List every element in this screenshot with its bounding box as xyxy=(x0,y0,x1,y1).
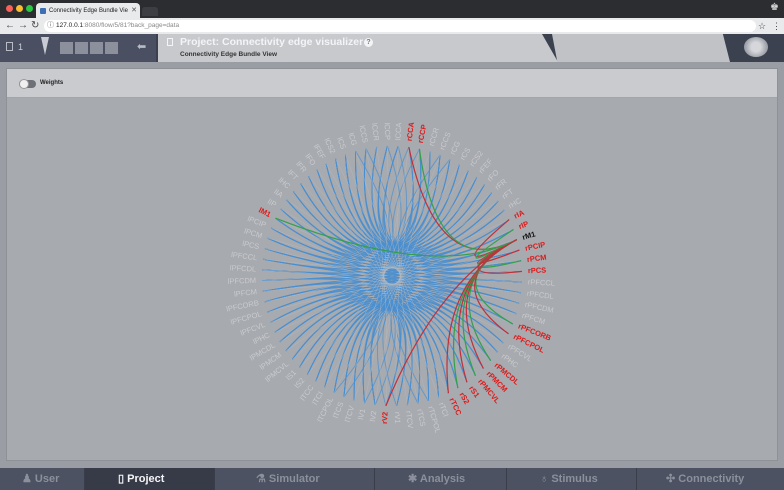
browser-tab-title: Connectivity Edge Bundle Vie xyxy=(49,7,128,14)
node-label[interactable]: rCCA xyxy=(405,121,416,142)
node-label[interactable]: lPCM xyxy=(243,226,263,240)
close-window-button[interactable] xyxy=(6,5,13,12)
node-label[interactable]: rV2 xyxy=(380,412,390,425)
main-panel: Weights rCCA rCCP rCCR rCCS rCG rCS rCS2 rFEF rF… xyxy=(6,68,778,461)
nav-stimulus-label: Stimulus xyxy=(551,473,598,485)
node-label[interactable]: lCS xyxy=(335,136,348,151)
forward-arrow-icon[interactable]: → xyxy=(18,20,28,32)
bulb-icon: ♁ xyxy=(540,473,552,485)
edges xyxy=(262,145,522,407)
document-icon: ▯ xyxy=(118,473,128,485)
edge xyxy=(353,307,413,406)
node-label[interactable]: lCCS xyxy=(357,125,369,144)
new-tab-button[interactable] xyxy=(142,7,158,16)
nav-project[interactable]: ▯ Project xyxy=(118,468,164,490)
nav-user-label: User xyxy=(34,473,60,485)
nav-separator xyxy=(84,468,85,490)
node-label[interactable]: lPFCCL xyxy=(231,250,258,262)
nav-user[interactable]: ♟ User xyxy=(22,468,59,490)
node-label[interactable]: rM1 xyxy=(521,229,536,241)
maximize-window-button[interactable] xyxy=(26,5,33,12)
grid-menu-icon[interactable] xyxy=(60,42,118,54)
app-header: 1 ⬅ Project: Connectivity edge visualize… xyxy=(0,34,784,62)
help-icon[interactable]: ? xyxy=(364,38,373,47)
node-label[interactable]: rIA xyxy=(512,208,526,221)
browser-tab[interactable]: Connectivity Edge Bundle Vie ✕ xyxy=(36,3,140,18)
node-label[interactable]: lIA xyxy=(272,187,284,199)
node-label[interactable]: lIP xyxy=(266,197,278,209)
nav-simulator[interactable]: ⚗ Simulator xyxy=(256,468,320,490)
node-label[interactable]: lV1 xyxy=(356,408,367,420)
user-icon: ♟ xyxy=(22,473,35,485)
chart-icon: ✱ xyxy=(408,473,420,485)
favicon-icon xyxy=(40,7,46,14)
back-icon[interactable]: ⬅ xyxy=(137,40,146,53)
edge xyxy=(353,307,413,406)
nav-separator xyxy=(636,468,637,490)
brain-icon[interactable] xyxy=(744,37,768,57)
dropdown-triangle-icon[interactable] xyxy=(41,37,49,55)
nav-connectivity[interactable]: ✣ Connectivity xyxy=(666,468,744,490)
node-label[interactable]: rTCV xyxy=(404,410,415,428)
nav-simulator-label: Simulator xyxy=(268,473,320,485)
node-label[interactable]: lTCV xyxy=(343,405,356,424)
secondary-panel xyxy=(552,34,730,62)
node-label[interactable]: rTCI xyxy=(437,401,451,418)
browser-tab-bar: Connectivity Edge Bundle Vie ✕ ♚ xyxy=(0,0,784,18)
bottom-navigation: ♟ User ▯ Project ⚗ Simulator ✱ Analysis … xyxy=(0,468,784,490)
minimize-window-button[interactable] xyxy=(16,5,23,12)
node-label[interactable]: lPCS xyxy=(242,239,261,251)
url-field[interactable]: ⓘ 127.0.0.1:8080/flow/5/81?back_page=dat… xyxy=(44,20,756,32)
page-title: Project: Connectivity edge visualizer xyxy=(180,36,364,48)
url-host: 127.0.0.1 xyxy=(56,22,84,29)
reload-icon[interactable]: ↻ xyxy=(31,20,39,32)
node-label[interactable]: rV1 xyxy=(393,412,402,424)
bookmark-star-icon[interactable]: ☆ xyxy=(758,20,766,32)
node-label[interactable]: lPFCDM xyxy=(228,276,257,286)
toggle-knob xyxy=(19,79,29,89)
node-label[interactable]: rPCIP xyxy=(524,240,546,253)
network-icon: ✣ xyxy=(666,473,679,485)
node-label[interactable]: rPFCDL xyxy=(526,289,554,301)
node-label[interactable]: rCCP xyxy=(416,124,429,144)
node-label[interactable]: lCCR xyxy=(370,123,381,142)
menu-icon[interactable]: ⋮ xyxy=(772,20,781,32)
nav-connectivity-label: Connectivity xyxy=(678,473,745,485)
weights-toggle[interactable] xyxy=(19,79,36,89)
header-left-panel: 1 ⬅ xyxy=(0,34,156,62)
close-tab-icon[interactable]: ✕ xyxy=(131,6,137,14)
nav-separator xyxy=(214,468,215,490)
project-number: 1 xyxy=(18,42,24,52)
weights-label: Weights xyxy=(40,80,64,86)
nav-analysis[interactable]: ✱ Analysis xyxy=(408,468,465,490)
node-label[interactable]: rTCS xyxy=(415,408,427,427)
node-label[interactable]: lCCP xyxy=(383,122,393,140)
document-icon xyxy=(167,38,173,46)
nav-separator xyxy=(374,468,375,490)
nav-separator xyxy=(506,468,507,490)
highlight-edge xyxy=(477,239,522,274)
node-label[interactable]: rIP xyxy=(517,219,530,231)
flask-icon: ⚗ xyxy=(256,473,269,485)
nav-project-label: Project xyxy=(127,473,165,485)
node-label[interactable]: lCG xyxy=(347,132,359,147)
project-document-icon xyxy=(6,42,13,51)
address-bar: ← → ↻ ⓘ 127.0.0.1:8080/flow/5/81?back_pa… xyxy=(0,18,784,35)
page-subtitle: Connectivity Edge Bundle View xyxy=(180,51,278,58)
edge-bundle-visualization[interactable]: rCCA rCCPrCCRrCCSrCGrCSrCS2rFEFrFOrFRrFTr… xyxy=(7,98,777,461)
node-label[interactable]: rPFCCL xyxy=(528,277,555,287)
node-label[interactable]: lPFCDL xyxy=(230,263,257,273)
node-label[interactable]: lPFCM xyxy=(234,287,258,299)
url-path: :8080/flow/5/81?back_page=data xyxy=(83,22,180,29)
viewer-toolbar: Weights xyxy=(7,69,777,98)
nav-stimulus[interactable]: ♁ Stimulus xyxy=(540,468,598,490)
info-icon: ⓘ xyxy=(47,22,54,29)
node-label[interactable]: lV2 xyxy=(368,410,378,422)
node-label[interactable]: rPCM xyxy=(526,253,547,264)
node-label[interactable]: lCCA xyxy=(393,122,403,140)
node-label[interactable]: rPCS xyxy=(528,266,547,276)
back-arrow-icon[interactable]: ← xyxy=(5,20,15,32)
profile-icon[interactable]: ♚ xyxy=(770,2,779,13)
nav-analysis-label: Analysis xyxy=(419,473,466,485)
